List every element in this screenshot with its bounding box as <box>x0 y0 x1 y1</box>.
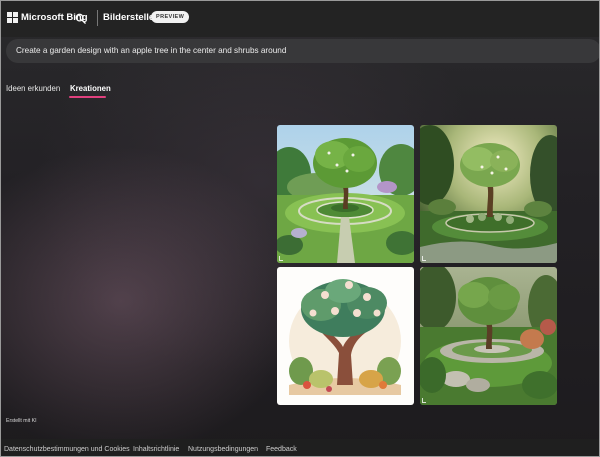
footer-link-content-policy[interactable]: Inhaltsrichtlinie <box>133 446 179 453</box>
generated-image-4[interactable] <box>420 267 557 405</box>
footer-link-terms[interactable]: Nutzungsbedingungen <box>188 446 258 453</box>
generated-image-3[interactable] <box>277 267 414 405</box>
active-tab-indicator <box>69 96 106 98</box>
footer-link-feedback[interactable]: Feedback <box>266 446 297 453</box>
image-corner-icon <box>279 398 283 403</box>
prompt-input[interactable]: Create a garden design with an apple tre… <box>6 39 599 63</box>
search-button[interactable] <box>69 8 91 28</box>
image-corner-icon <box>422 256 426 261</box>
prompt-text: Create a garden design with an apple tre… <box>16 46 287 55</box>
header-divider <box>97 10 98 26</box>
generated-image-1[interactable] <box>277 125 414 263</box>
tab-kreationen[interactable]: Kreationen <box>70 84 111 93</box>
image-corner-icon <box>279 256 283 261</box>
footer: Datenschutzbestimmungen und Cookies Inha… <box>1 439 599 456</box>
tab-ideen-erkunden[interactable]: Ideen erkunden <box>6 84 60 93</box>
footer-link-privacy[interactable]: Datenschutzbestimmungen und Cookies <box>4 446 130 453</box>
top-header: Microsoft Bing Bildersteller PREVIEW <box>1 1 599 37</box>
app-title[interactable]: Bildersteller <box>103 12 158 23</box>
image-corner-icon <box>422 398 426 403</box>
created-with-ai-label: Erstellt mit KI <box>6 418 37 424</box>
preview-badge: PREVIEW <box>151 11 190 23</box>
microsoft-logo-icon[interactable] <box>7 12 18 23</box>
app-frame: Microsoft Bing Bildersteller PREVIEW Cre… <box>0 0 600 457</box>
search-icon <box>75 13 86 24</box>
generated-image-2[interactable] <box>420 125 557 263</box>
